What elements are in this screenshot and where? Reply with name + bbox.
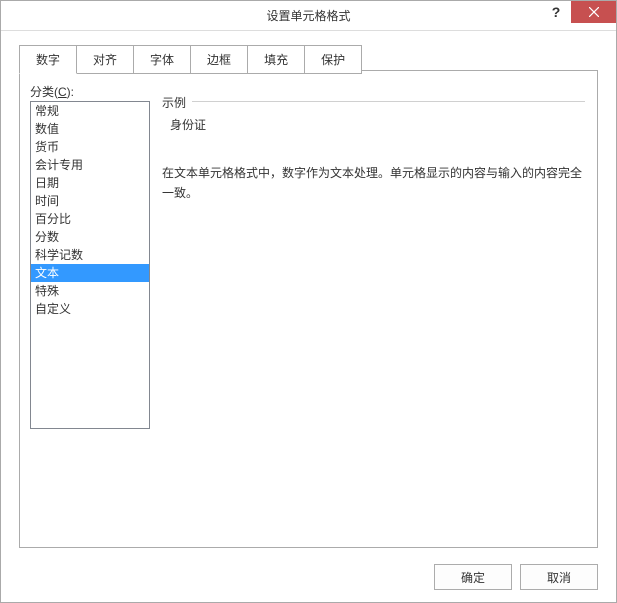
tab-alignment[interactable]: 对齐 bbox=[76, 45, 134, 74]
category-label: 分类(C): bbox=[30, 83, 74, 100]
preview-legend: 示例 bbox=[162, 94, 192, 111]
category-item-special[interactable]: 特殊 bbox=[31, 282, 149, 300]
category-listbox[interactable]: 常规 数值 货币 会计专用 日期 时间 百分比 分数 科学记数 文本 特殊 自定… bbox=[30, 101, 150, 429]
ok-button[interactable]: 确定 bbox=[434, 564, 512, 590]
category-item-percentage[interactable]: 百分比 bbox=[31, 210, 149, 228]
tab-fill[interactable]: 填充 bbox=[247, 45, 305, 74]
titlebar-buttons: ? bbox=[541, 1, 616, 30]
category-item-currency[interactable]: 货币 bbox=[31, 138, 149, 156]
preview-area: 示例 身份证 bbox=[162, 101, 585, 147]
format-description: 在文本单元格格式中，数字作为文本处理。单元格显示的内容与输入的内容完全一致。 bbox=[162, 163, 585, 203]
preview-fieldset: 示例 身份证 bbox=[162, 101, 585, 147]
content-panel: 分类(C): 常规 数值 货币 会计专用 日期 时间 百分比 分数 科学记数 文… bbox=[19, 70, 598, 548]
category-item-fraction[interactable]: 分数 bbox=[31, 228, 149, 246]
close-icon bbox=[589, 7, 599, 17]
cancel-button[interactable]: 取消 bbox=[520, 564, 598, 590]
dialog-title: 设置单元格格式 bbox=[266, 7, 350, 24]
category-item-custom[interactable]: 自定义 bbox=[31, 300, 149, 318]
tab-protection[interactable]: 保护 bbox=[304, 45, 362, 74]
category-item-accounting[interactable]: 会计专用 bbox=[31, 156, 149, 174]
tab-font[interactable]: 字体 bbox=[133, 45, 191, 74]
preview-value: 身份证 bbox=[170, 112, 577, 133]
category-item-number[interactable]: 数值 bbox=[31, 120, 149, 138]
tabs: 数字 对齐 字体 边框 填充 保护 bbox=[1, 31, 616, 74]
tab-number[interactable]: 数字 bbox=[19, 45, 77, 74]
tab-border[interactable]: 边框 bbox=[190, 45, 248, 74]
category-item-time[interactable]: 时间 bbox=[31, 192, 149, 210]
category-item-text[interactable]: 文本 bbox=[31, 264, 149, 282]
category-item-date[interactable]: 日期 bbox=[31, 174, 149, 192]
category-item-general[interactable]: 常规 bbox=[31, 102, 149, 120]
dialog-footer: 确定 取消 bbox=[434, 564, 598, 590]
help-button[interactable]: ? bbox=[541, 1, 571, 23]
titlebar: 设置单元格格式 ? bbox=[1, 1, 616, 31]
category-item-scientific[interactable]: 科学记数 bbox=[31, 246, 149, 264]
close-button[interactable] bbox=[571, 1, 616, 23]
